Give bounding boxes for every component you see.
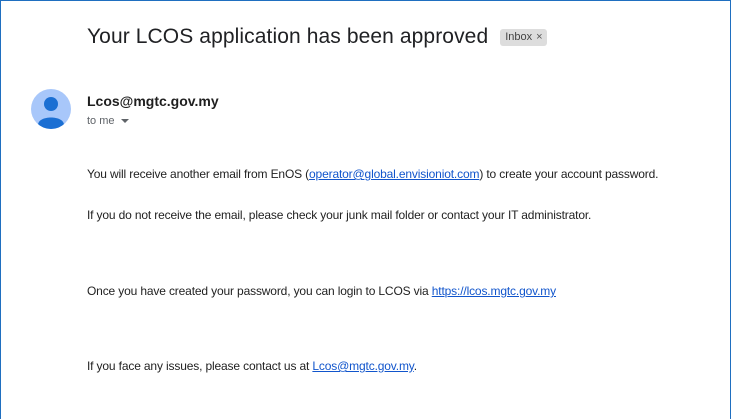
recipient-text: to me	[87, 115, 115, 127]
inbox-label-chip[interactable]: Inbox ×	[500, 28, 547, 46]
body-line-4: If you face any issues, please contact u…	[87, 359, 417, 373]
body-line-4-pre: If you face any issues, please contact u…	[87, 359, 313, 373]
body-line-1-post: ) to create your account password.	[479, 167, 659, 181]
body-line-3-pre: Once you have created your password, you…	[87, 284, 432, 298]
operator-email-link[interactable]: operator@global.envisioniot.com	[309, 167, 479, 181]
body-line-3: Once you have created your password, you…	[87, 284, 556, 298]
inbox-label-text: Inbox	[505, 30, 533, 43]
body-line-4-post: .	[413, 359, 417, 373]
remove-label-icon[interactable]: ×	[536, 30, 542, 45]
lcos-site-link[interactable]: https://lcos.mgtc.gov.my	[432, 284, 556, 298]
body-line-1: You will receive another email from EnOS…	[87, 167, 658, 181]
default-person-icon	[38, 97, 64, 129]
sender-avatar[interactable]	[31, 89, 71, 129]
body-line-2: If you do not receive the email, please …	[87, 208, 592, 222]
sender-name[interactable]: Lcos@mgtc.gov.my	[87, 93, 219, 109]
subject-row: Your LCOS application has been approved …	[87, 25, 547, 49]
body-line-1-pre: You will receive another email from EnOS…	[87, 167, 310, 181]
recipient-line: to me	[87, 115, 129, 127]
caret-down-icon[interactable]	[120, 119, 129, 123]
email-view: Your LCOS application has been approved …	[0, 0, 731, 419]
support-email-link[interactable]: Lcos@mgtc.gov.my	[312, 359, 414, 373]
email-subject: Your LCOS application has been approved	[87, 25, 489, 48]
